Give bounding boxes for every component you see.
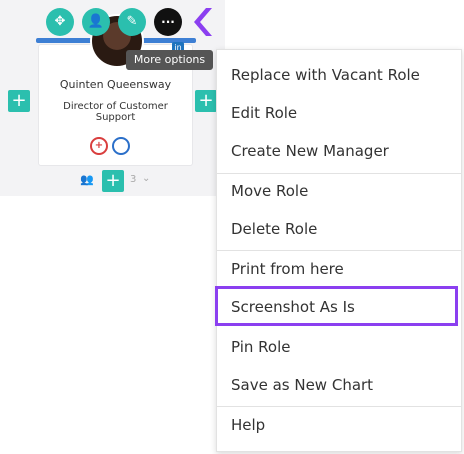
- direct-reports-count: 3: [130, 174, 137, 185]
- menu-item-create-new-manager[interactable]: Create New Manager: [217, 132, 461, 170]
- move-icon: ✥: [54, 14, 66, 29]
- role-name: Quinten Queensway: [59, 78, 172, 91]
- people-icon: 👥: [80, 173, 94, 186]
- menu-item-edit-role[interactable]: Edit Role: [217, 94, 461, 132]
- context-menu: Replace with Vacant Role Edit Role Creat…: [216, 49, 462, 452]
- move-button[interactable]: ✥: [46, 8, 74, 36]
- vacancy-icon[interactable]: +: [90, 137, 108, 155]
- menu-item-delete-role[interactable]: Delete Role: [217, 210, 461, 248]
- pointer-arrow-icon: [194, 8, 212, 36]
- menu-item-move-role[interactable]: Move Role: [217, 172, 461, 210]
- add-left-button[interactable]: +: [8, 90, 30, 112]
- profile-button[interactable]: 👤: [82, 8, 110, 36]
- tooltip: More options: [126, 50, 213, 70]
- add-below-button[interactable]: +: [102, 170, 124, 192]
- menu-item-replace-with-vacant-role[interactable]: Replace with Vacant Role: [217, 56, 461, 94]
- menu-item-help[interactable]: Help: [217, 406, 461, 444]
- role-status-icons: +: [90, 137, 140, 155]
- chevron-down-icon: ⌄: [142, 173, 151, 184]
- more-options-button[interactable]: ···: [154, 8, 182, 36]
- menu-item-screenshot-as-is[interactable]: Screenshot As Is: [217, 288, 461, 326]
- ellipsis-icon: ···: [161, 15, 175, 29]
- menu-item-print-from-here[interactable]: Print from here: [217, 250, 461, 288]
- role-title: Director of Customer Support: [63, 101, 168, 123]
- add-right-button[interactable]: +: [195, 90, 217, 112]
- status-circle-icon[interactable]: [112, 137, 130, 155]
- menu-item-save-as-new-chart[interactable]: Save as New Chart: [217, 366, 461, 404]
- edit-button[interactable]: ✎: [118, 8, 146, 36]
- menu-item-pin-role[interactable]: Pin Role: [217, 328, 461, 366]
- person-icon: 👤: [87, 14, 105, 29]
- pencil-icon: ✎: [126, 14, 138, 29]
